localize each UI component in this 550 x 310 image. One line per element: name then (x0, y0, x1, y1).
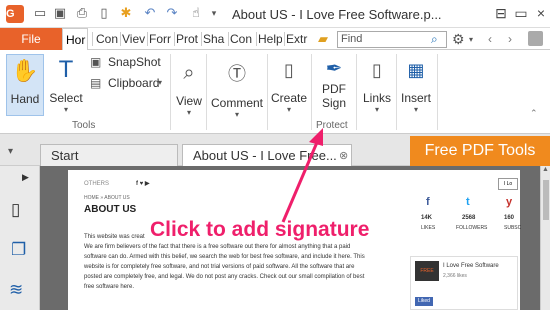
facebook-icon[interactable]: f (426, 196, 430, 208)
tab-file[interactable]: File (0, 28, 62, 50)
undo-icon[interactable]: ↶ (142, 6, 158, 22)
protect-group-label: Protect (316, 120, 348, 131)
create-button[interactable]: ▯ Create ▾ (270, 54, 308, 116)
user-avatar-icon[interactable] (528, 31, 543, 46)
tab-home[interactable]: Hor (62, 28, 88, 50)
snapshot-button[interactable]: SnapShot (108, 55, 161, 69)
select-dropdown-icon: ▾ (63, 105, 68, 114)
snapshot-icon: ▣ (90, 55, 102, 69)
clipboard-button[interactable]: Clipboard (108, 76, 159, 90)
restore-button[interactable]: ▭ (512, 4, 530, 22)
film-insert-icon: ▦ (407, 60, 425, 81)
link-icon: ▯ (372, 60, 382, 81)
tab-connect[interactable]: Con (230, 28, 254, 50)
text-comment-icon: Ⓣ (228, 64, 246, 85)
vertical-scrollbar[interactable]: ▲ (540, 166, 550, 310)
clipboard-dropdown-icon: ▾ (158, 78, 163, 87)
tools-group-label: Tools (72, 120, 96, 131)
save-icon[interactable]: ▣ (52, 6, 68, 22)
social-icons: f ♥ ▶ (136, 181, 150, 187)
free-pdf-tools-banner: Free PDF Tools (410, 136, 550, 166)
nav-others[interactable]: OTHERS (84, 180, 109, 189)
expand-panel-icon[interactable]: ▶ (22, 172, 29, 183)
ribbon: ✋ Hand T Select ▾ ▣ SnapShot ▤ Clipboard… (0, 50, 550, 134)
back-icon[interactable]: ‹ (488, 32, 492, 46)
new-icon[interactable]: ✱ (118, 6, 134, 22)
pages-icon[interactable]: ❐ (11, 240, 26, 260)
callout-text: Click to add signature (150, 218, 370, 241)
links-button[interactable]: ▯ Links ▾ (360, 54, 394, 116)
tab-share[interactable]: Sha (203, 28, 227, 50)
settings-icon[interactable]: ⚙ (452, 31, 465, 48)
clipboard-icon: ▤ (90, 76, 102, 90)
breadcrumb: HOME » ABOUT US (84, 195, 130, 201)
insert-button[interactable]: ▦ Insert ▾ (398, 54, 434, 116)
tab-convert[interactable]: Con (96, 28, 118, 50)
page-heading: ABOUT US (84, 204, 137, 215)
new-document-icon: ▯ (284, 60, 294, 81)
app-logo-icon[interactable]: G (6, 5, 24, 23)
liked-button[interactable]: Liked (415, 297, 433, 306)
search-icon[interactable]: ⌕ (431, 32, 438, 47)
twitter-icon[interactable]: t (466, 196, 470, 208)
tab-about-us[interactable]: About US - I Love Free... (182, 144, 352, 167)
tab-help[interactable]: Help (258, 28, 282, 50)
title-bar: G ▭ ▣ ⎙ ▯ ✱ ↶ ↷ ☝ ▾ About US - I Love Fr… (0, 0, 550, 28)
hand-button[interactable]: ✋ Hand (6, 54, 44, 116)
open-icon[interactable]: ▭ (32, 6, 48, 22)
mini-logo: I Lo (498, 178, 518, 190)
select-cursor-icon: T (59, 58, 73, 83)
comment-button[interactable]: Ⓣ Comment ▾ (210, 54, 264, 119)
minimize-button[interactable]: ⊟ (492, 4, 510, 22)
tab-view[interactable]: Viev (122, 28, 146, 50)
tab-start[interactable]: Start (40, 144, 178, 167)
tab-form[interactable]: Forr (149, 28, 173, 50)
settings-dropdown-icon[interactable]: ▾ (469, 35, 473, 44)
folder-icon[interactable]: ▰ (318, 32, 334, 46)
scroll-up-icon[interactable]: ▲ (542, 166, 549, 173)
layers-icon[interactable]: ≋ (9, 280, 23, 300)
widget-logo: FREE (415, 261, 439, 281)
customize-toolbar-icon[interactable]: ▾ (206, 6, 222, 22)
redo-icon[interactable]: ↷ (164, 6, 180, 22)
view-button[interactable]: ⌕ View ▾ (174, 54, 204, 117)
close-button[interactable]: × (532, 4, 550, 22)
hand-tool-icon[interactable]: ☝ (188, 6, 204, 22)
page-icon[interactable]: ▯ (96, 6, 112, 22)
pdf-sign-button[interactable]: ✒ PDF Sign (314, 52, 354, 114)
select-button[interactable]: T Select ▾ (48, 54, 84, 116)
hand-icon: ✋ (11, 59, 39, 84)
bookmark-icon[interactable]: ▯ (11, 200, 20, 220)
tab-protect[interactable]: Prot (176, 28, 200, 50)
window-title: About US - I Love Free Software.p... (232, 7, 442, 22)
facebook-widget: FREE I Love Free Software 2,366 likes Li… (410, 256, 518, 310)
ribbon-tab-row: Hor Con Viev Forr Prot Sha Con Help Extr (0, 28, 550, 50)
forward-icon[interactable]: › (508, 32, 512, 46)
print-icon[interactable]: ⎙ (74, 6, 90, 22)
pen-sign-icon: ✒ (325, 56, 343, 80)
youtube-icon[interactable]: y (506, 196, 512, 208)
scrollbar-thumb[interactable] (543, 180, 549, 220)
tab-extras[interactable]: Extr (286, 28, 310, 50)
magnifier-icon: ⌕ (183, 60, 195, 84)
left-sidebar: ▶ ▯ ❐ ≋ (0, 166, 40, 310)
tab-close-icon[interactable]: ⊗ (339, 149, 348, 162)
tab-list-icon[interactable]: ▾ (8, 146, 13, 157)
collapse-ribbon-icon[interactable]: ⌃ (530, 108, 538, 119)
